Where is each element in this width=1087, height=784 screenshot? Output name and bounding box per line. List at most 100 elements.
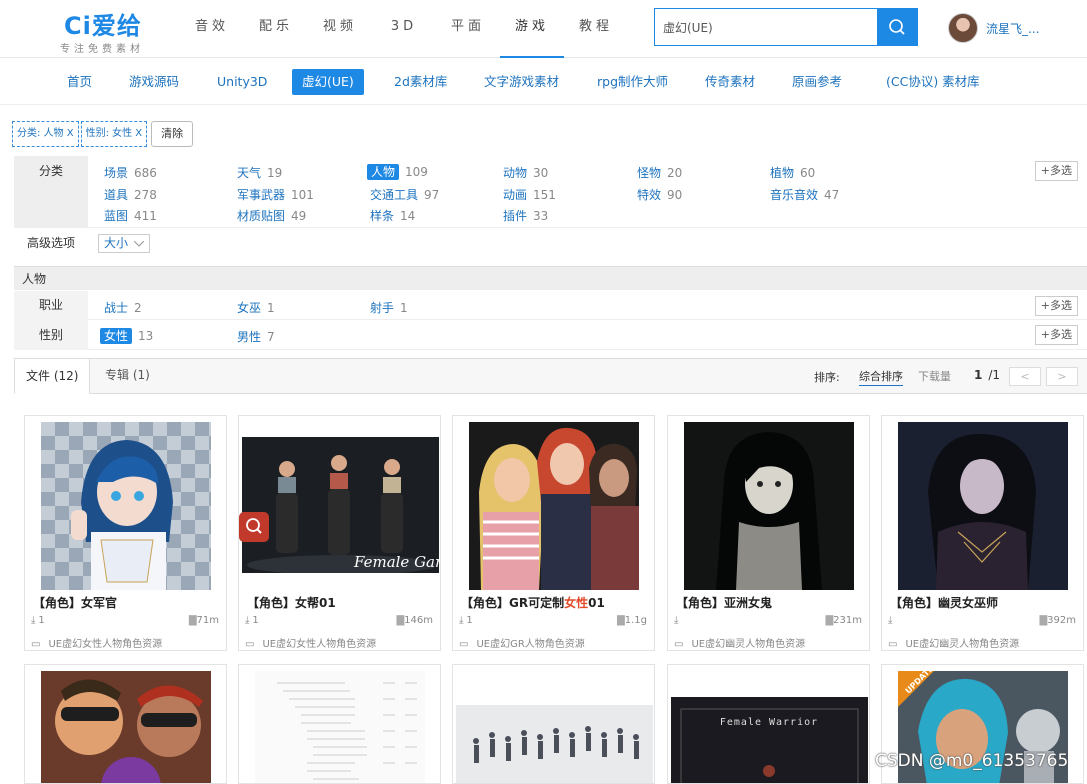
category-option[interactable]: 植物 60 bbox=[770, 164, 815, 181]
download-count: ⤓ bbox=[674, 615, 679, 626]
asset-category[interactable]: ▭ UE虚幻女性人物角色资源 bbox=[31, 635, 162, 650]
profession-option[interactable]: 女巫 1 bbox=[237, 299, 275, 316]
tab-files[interactable]: 文件 (12) bbox=[14, 358, 91, 394]
asset-card[interactable]: 【角色】女军官 ⤓ 1 ▇71m ▭ UE虚幻女性人物角色资源 bbox=[24, 415, 227, 651]
clear-filters-button[interactable]: 清除 bbox=[151, 121, 194, 147]
user-name[interactable]: 流星飞_... bbox=[986, 20, 1039, 37]
subnav-home[interactable]: 首页 bbox=[57, 69, 102, 95]
results-tabs: 文件 (12) 专辑 (1) 排序: 综合排序 下载量 1/1 < > bbox=[14, 358, 1087, 394]
subnav-2d-assets[interactable]: 2d素材库 bbox=[384, 69, 457, 95]
asset-category[interactable]: ▭ UE虚幻幽灵人物角色资源 bbox=[674, 635, 805, 650]
asset-card[interactable]: 【角色】幽灵女巫师 ⤓ ▇392m ▭ UE虚幻幽灵人物角色资源 bbox=[881, 415, 1084, 651]
avatar[interactable] bbox=[948, 13, 978, 43]
asset-card[interactable]: Female Gang 【角色】女帮01 ⤓1 ▇146m ▭UE虚幻女性人物角… bbox=[238, 415, 441, 651]
search-input[interactable] bbox=[655, 9, 877, 45]
page-current: 1 bbox=[974, 368, 983, 382]
page-indicator: 1/1 bbox=[974, 368, 1000, 382]
subnav-unity3d[interactable]: Unity3D bbox=[207, 69, 277, 95]
asset-thumbnail[interactable] bbox=[684, 422, 854, 590]
asset-thumbnail[interactable] bbox=[898, 422, 1068, 590]
nav-3d[interactable]: 3D bbox=[372, 0, 436, 58]
asset-title[interactable]: 【角色】女帮01 bbox=[247, 594, 336, 611]
asset-card[interactable]: Female Warrior bbox=[667, 664, 870, 784]
folder-icon: ▭ bbox=[31, 639, 41, 650]
category-option[interactable]: 动物 30 bbox=[503, 164, 548, 181]
search-button[interactable] bbox=[877, 9, 917, 45]
tab-albums[interactable]: 专辑 (1) bbox=[94, 358, 161, 394]
asset-card[interactable] bbox=[452, 664, 655, 784]
nav-graphic[interactable]: 平面 bbox=[436, 0, 500, 58]
filter-chip-gender[interactable]: 性别: 女性 X bbox=[80, 121, 148, 147]
file-size: ▇146m bbox=[396, 615, 433, 626]
subnav-unreal[interactable]: 虚幻(UE) bbox=[292, 69, 364, 95]
category-option[interactable]: 场景 686 bbox=[104, 164, 157, 181]
next-page-button[interactable]: > bbox=[1046, 367, 1078, 386]
file-size: ▇1.1g bbox=[617, 615, 647, 626]
category-option[interactable]: 道具 278 bbox=[104, 186, 157, 203]
subnav-rpg-maker[interactable]: rpg制作大师 bbox=[587, 69, 678, 95]
nav-music[interactable]: 配乐 bbox=[244, 0, 308, 58]
category-option[interactable]: 特效 90 bbox=[637, 186, 682, 203]
profession-option[interactable]: 战士 2 bbox=[104, 299, 142, 316]
asset-card[interactable] bbox=[238, 664, 441, 784]
thumb-label: Female Warrior bbox=[720, 717, 818, 728]
nav-tutorial[interactable]: 教程 bbox=[564, 0, 628, 58]
profession-option[interactable]: 射手 1 bbox=[370, 299, 408, 316]
asset-thumbnail[interactable]: Female Warrior bbox=[671, 697, 868, 783]
category-option-selected[interactable]: 人物 109 bbox=[367, 163, 428, 180]
subnav-cc-library[interactable]: (CC协议) 素材库 bbox=[876, 69, 990, 95]
nav-game[interactable]: 游戏 bbox=[500, 0, 564, 58]
category-option[interactable]: 天气 19 bbox=[237, 164, 282, 181]
size-dropdown[interactable]: 大小 bbox=[98, 234, 150, 253]
category-option[interactable]: 交通工具 97 bbox=[370, 186, 439, 203]
filter-chip-category[interactable]: 分类: 人物 X bbox=[12, 121, 79, 147]
subnav-concept-art[interactable]: 原画参考 bbox=[782, 69, 852, 95]
asset-category[interactable]: ▭ UE虚幻GR人物角色资源 bbox=[459, 635, 585, 650]
logo-text: Ci爱给 bbox=[64, 12, 142, 40]
category-option[interactable]: 蓝图 411 bbox=[104, 207, 157, 224]
asset-card[interactable] bbox=[24, 664, 227, 784]
gender-option-selected[interactable]: 女性 13 bbox=[100, 327, 153, 344]
asset-title[interactable]: 【角色】女军官 bbox=[33, 594, 117, 611]
sort-downloads[interactable]: 下载量 bbox=[918, 368, 951, 384]
sort-label: 排序: bbox=[814, 371, 840, 384]
gender-option[interactable]: 男性 7 bbox=[237, 328, 275, 345]
category-option[interactable]: 怪物 20 bbox=[637, 164, 682, 181]
asset-category[interactable]: ▭ UE虚幻幽灵人物角色资源 bbox=[888, 635, 1019, 650]
watermark: CSDN @m0_61353765 bbox=[875, 751, 1069, 771]
preview-zoom-button[interactable] bbox=[239, 512, 269, 542]
file-size: ▇71m bbox=[188, 615, 219, 626]
folder-icon: ▭ bbox=[459, 639, 469, 650]
category-option[interactable]: 样条 14 bbox=[370, 207, 415, 224]
asset-thumbnail[interactable] bbox=[41, 422, 211, 590]
category-multiselect-button[interactable]: +多选 bbox=[1034, 161, 1078, 181]
asset-title[interactable]: 【角色】幽灵女巫师 bbox=[890, 594, 998, 611]
category-option[interactable]: 动画 151 bbox=[503, 186, 556, 203]
asset-thumbnail[interactable]: Female Gang bbox=[242, 437, 439, 573]
asset-title[interactable]: 【角色】亚洲女鬼 bbox=[676, 594, 772, 611]
gender-multiselect-button[interactable]: +多选 bbox=[1034, 325, 1078, 345]
category-option[interactable]: 材质贴图 49 bbox=[237, 207, 306, 224]
asset-thumbnail[interactable] bbox=[469, 422, 639, 590]
subnav-legend[interactable]: 传奇素材 bbox=[695, 69, 765, 95]
asset-card[interactable]: 【角色】亚洲女鬼 ⤓ ▇231m ▭ UE虚幻幽灵人物角色资源 bbox=[667, 415, 870, 651]
user-menu[interactable]: 流星飞_... bbox=[948, 12, 1039, 44]
asset-thumbnail[interactable] bbox=[255, 671, 425, 783]
nav-sound[interactable]: 音效 bbox=[180, 0, 244, 58]
subnav-game-source[interactable]: 游戏源码 bbox=[119, 69, 189, 95]
category-option[interactable]: 音乐音效 47 bbox=[770, 186, 839, 203]
nav-video[interactable]: 视频 bbox=[308, 0, 372, 58]
sub-nav: 首页 游戏源码 Unity3D 虚幻(UE) 2d素材库 文字游戏素材 rpg制… bbox=[0, 59, 1087, 105]
asset-card[interactable]: 【角色】GR可定制女性01 ⤓ 1 ▇1.1g ▭ UE虚幻GR人物角色资源 bbox=[452, 415, 655, 651]
profession-multiselect-button[interactable]: +多选 bbox=[1034, 296, 1078, 316]
category-option[interactable]: 军事武器 101 bbox=[237, 186, 314, 203]
subnav-text-game[interactable]: 文字游戏素材 bbox=[474, 69, 569, 95]
site-logo[interactable]: Ci爱给 专注免费素材 bbox=[60, 6, 165, 55]
asset-title[interactable]: 【角色】GR可定制女性01 bbox=[461, 594, 605, 611]
category-option[interactable]: 插件 33 bbox=[503, 207, 548, 224]
prev-page-button[interactable]: < bbox=[1009, 367, 1041, 386]
asset-thumbnail[interactable] bbox=[456, 705, 653, 783]
asset-thumbnail[interactable] bbox=[41, 671, 211, 783]
asset-category[interactable]: ▭ UE虚幻女性人物角色资源 bbox=[245, 635, 376, 650]
sort-comprehensive[interactable]: 综合排序 bbox=[859, 368, 903, 386]
